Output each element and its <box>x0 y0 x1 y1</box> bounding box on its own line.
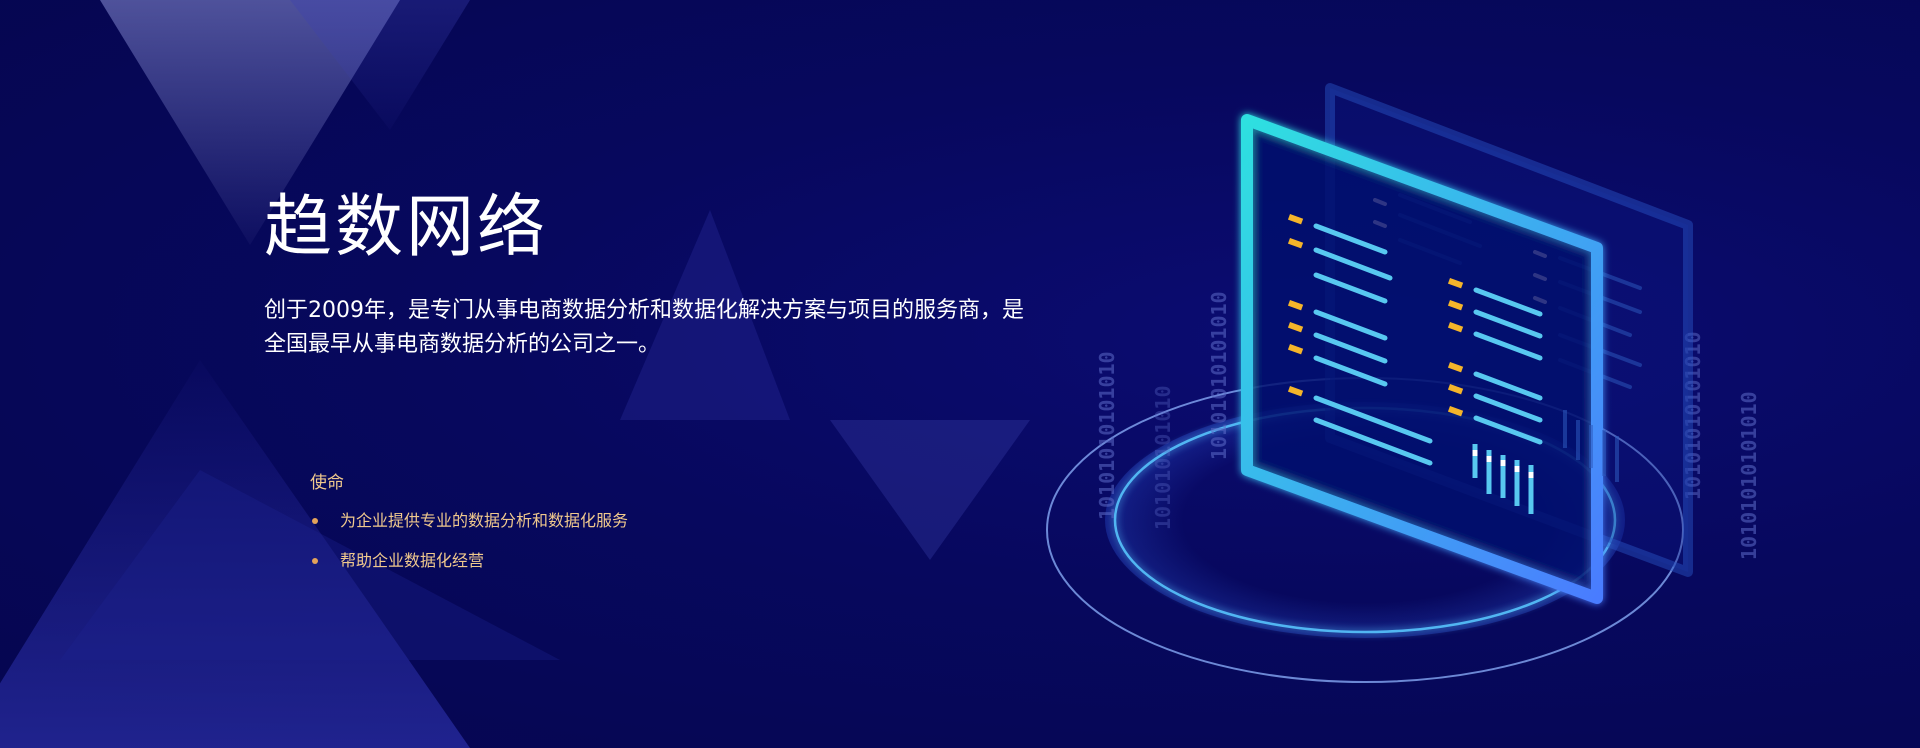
mission-item-text: 为企业提供专业的数据分析和数据化服务 <box>340 511 629 530</box>
binary-column-2: 101010101010 <box>1151 386 1175 531</box>
mission-list: 为企业提供专业的数据分析和数据化服务 帮助企业数据化经营 <box>310 505 628 585</box>
bullet-dot-icon <box>312 518 318 524</box>
background-illustration: 10101010101010 101010101010 101010101010… <box>0 0 1761 748</box>
mission-label: 使命 <box>310 473 344 493</box>
decor-triangle-inverted <box>830 420 1030 560</box>
page-title: 趋数网络 <box>264 188 549 267</box>
binary-column-5: 10101010101010 <box>1737 391 1761 560</box>
mission-item: 为企业提供专业的数据分析和数据化服务 <box>310 505 628 545</box>
binary-column-3: 10101010101010 <box>1207 291 1231 460</box>
hero-banner: 10101010101010 101010101010 101010101010… <box>0 0 1920 748</box>
company-description: 创于2009年，是专门从事电商数据分析和数据化解决方案与项目的服务商，是全国最早… <box>264 298 1024 357</box>
bullet-dot-icon <box>312 558 318 564</box>
mission-item: 帮助企业数据化经营 <box>310 545 628 585</box>
binary-column-1: 10101010101010 <box>1095 351 1119 520</box>
mission-item-text: 帮助企业数据化经营 <box>340 551 485 570</box>
